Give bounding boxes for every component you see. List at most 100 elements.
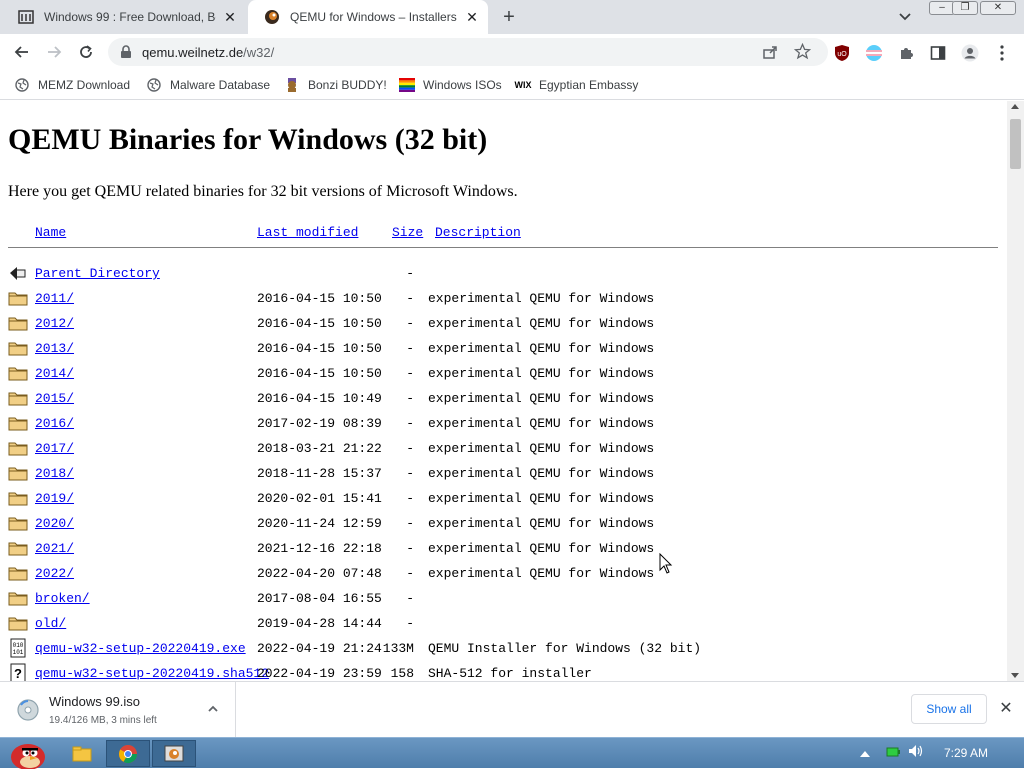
entry-name-link[interactable]: 2016/ — [35, 416, 74, 431]
download-shelf: Windows 99.iso 19.4/126 MB, 3 mins left … — [0, 681, 1024, 738]
entry-name-link[interactable]: qemu-w32-setup-20220419.exe — [35, 641, 246, 656]
table-row: 2021/2021-12-16 22:18 - experimental QEMU … — [8, 536, 998, 561]
table-row: 2019/2020-02-01 15:41 - experimental QEMU … — [8, 486, 998, 511]
chevron-up-icon[interactable] — [206, 702, 220, 716]
pride-extension-icon[interactable] — [865, 44, 883, 62]
tab-qemu[interactable]: QEMU for Windows – Installers (3 ✕ — [248, 0, 488, 34]
entry-size: 133M — [382, 641, 414, 656]
entry-last-modified: 2020-02-01 15:41 — [257, 491, 382, 506]
entry-name-link[interactable]: 2018/ — [35, 466, 74, 481]
entry-last-modified: 2016-04-15 10:50 — [257, 366, 382, 381]
bonzi-icon — [284, 77, 300, 93]
show-all-downloads-button[interactable]: Show all — [911, 694, 987, 724]
entry-name-link[interactable]: broken/ — [35, 591, 90, 606]
entry-name-link[interactable]: 2014/ — [35, 366, 74, 381]
taskbar-qemu-button[interactable] — [152, 740, 196, 767]
tray-show-hidden-icon[interactable] — [860, 745, 870, 763]
scroll-down-arrow-icon[interactable] — [1011, 673, 1019, 678]
parent-directory-row: Parent Directory - — [8, 261, 998, 286]
unknown-file-icon: ? — [8, 663, 28, 681]
entry-last-modified: 2021-12-16 22:18 — [257, 541, 382, 556]
taskbar: 7:29 AM — [0, 737, 1024, 769]
column-header-name[interactable]: Name — [35, 225, 66, 245]
window-close-button[interactable]: ✕ — [980, 1, 1016, 15]
extensions-puzzle-icon[interactable] — [897, 44, 915, 62]
close-download-shelf-icon[interactable]: ✕ — [998, 701, 1014, 717]
entry-name-link[interactable]: 2019/ — [35, 491, 74, 506]
profile-avatar-icon[interactable] — [961, 44, 979, 62]
side-panel-icon[interactable] — [929, 44, 947, 62]
bookmark-egyptian-embassy[interactable]: WIX Egyptian Embassy — [514, 76, 639, 94]
window-maximize-button[interactable]: ❐ — [952, 1, 978, 15]
entry-description: experimental QEMU for Windows — [428, 316, 655, 331]
entry-name-link[interactable]: qemu-w32-setup-20220419.sha512 — [35, 666, 269, 681]
wix-icon: WIX — [514, 80, 532, 90]
start-button[interactable] — [2, 740, 52, 769]
entry-last-modified: 2022-04-19 21:24 — [257, 641, 382, 656]
lock-icon[interactable] — [120, 45, 132, 64]
volume-icon[interactable] — [908, 744, 924, 763]
table-row: 2016/2017-02-19 08:39 - experimental QEMU … — [8, 411, 998, 436]
bookmark-malware-database[interactable]: Malware Database — [146, 76, 270, 94]
tab-close-icon[interactable]: ✕ — [464, 9, 480, 25]
share-icon[interactable] — [762, 44, 778, 65]
address-bar[interactable]: qemu.weilnetz.de/w32/ — [108, 38, 828, 66]
back-button[interactable] — [10, 40, 34, 64]
column-header-description[interactable]: Description — [435, 225, 521, 245]
table-row: 2022/2022-04-20 07:48 - experimental QEMU … — [8, 561, 998, 586]
entry-name-link[interactable]: 2012/ — [35, 316, 74, 331]
table-row: 2013/2016-04-15 10:50 - experimental QEMU … — [8, 336, 998, 361]
folder-icon — [8, 563, 28, 583]
entry-name-link[interactable]: 2011/ — [35, 291, 74, 306]
table-row: 010 101 qemu-w32-setup-20220419.exe 2022-04… — [8, 636, 998, 661]
bookmark-star-icon[interactable] — [793, 42, 812, 65]
scroll-thumb[interactable] — [1010, 119, 1021, 169]
url-text[interactable]: qemu.weilnetz.de/w32/ — [142, 45, 274, 60]
entry-last-modified: 2018-11-28 15:37 — [257, 466, 382, 481]
table-row: broken/2017-08-04 16:55 - — [8, 586, 998, 611]
entry-size: - — [406, 491, 414, 506]
tab-search-chevron-icon[interactable] — [896, 9, 914, 25]
entry-size: - — [406, 566, 414, 581]
entry-name-link[interactable]: 2020/ — [35, 516, 74, 531]
taskbar-chrome-button[interactable] — [106, 740, 150, 767]
mouse-cursor-icon — [659, 553, 673, 574]
entry-description: experimental QEMU for Windows — [428, 466, 655, 481]
tab-close-icon[interactable]: ✕ — [222, 9, 238, 25]
column-header-size[interactable]: Size — [392, 225, 423, 245]
taskbar-explorer-button[interactable] — [60, 740, 104, 767]
table-row: 2018/2018-11-28 15:37 - experimental QEMU … — [8, 461, 998, 486]
new-tab-button[interactable]: + — [498, 7, 520, 29]
bookmark-windows-isos[interactable]: Windows ISOs — [399, 76, 502, 94]
entry-name-link[interactable]: 2022/ — [35, 566, 74, 581]
entry-name-link[interactable]: 2021/ — [35, 541, 74, 556]
system-tray — [860, 738, 924, 769]
download-item[interactable]: Windows 99.iso 19.4/126 MB, 3 mins left — [0, 682, 236, 738]
entry-name-link[interactable]: Parent Directory — [35, 266, 160, 281]
ublock-origin-icon[interactable]: uO — [833, 44, 851, 62]
taskbar-clock[interactable]: 7:29 AM — [944, 746, 988, 760]
entry-name-link[interactable]: 2013/ — [35, 341, 74, 356]
entry-description: experimental QEMU for Windows — [428, 416, 655, 431]
qemu-window-icon — [164, 745, 184, 761]
tab-strip: Windows 99 : Free Download, Bo ✕ QEMU fo… — [0, 0, 1024, 34]
table-row: ? qemu-w32-setup-20220419.sha512 2022-04-1… — [8, 661, 998, 681]
battery-icon[interactable] — [886, 745, 900, 763]
menu-kebab-icon[interactable] — [993, 44, 1011, 62]
column-header-last-modified[interactable]: Last modified — [257, 225, 358, 245]
page-scrollbar[interactable] — [1007, 101, 1024, 681]
entry-name-link[interactable]: 2015/ — [35, 391, 74, 406]
tab-windows99[interactable]: Windows 99 : Free Download, Bo ✕ — [2, 0, 246, 34]
bookmark-bonzi-buddy[interactable]: Bonzi BUDDY! — [284, 76, 387, 94]
bookmark-memz-download[interactable]: MEMZ Download — [14, 76, 130, 94]
folder-icon — [8, 388, 28, 408]
back-arrow-icon — [14, 46, 28, 58]
entry-name-link[interactable]: old/ — [35, 616, 66, 631]
scroll-up-arrow-icon[interactable] — [1011, 104, 1019, 109]
bookmark-label: Egyptian Embassy — [539, 78, 639, 92]
forward-button[interactable] — [42, 40, 66, 64]
page-viewport: QEMU Binaries for Windows (32 bit) Here … — [0, 101, 1007, 681]
entry-size: - — [406, 441, 414, 456]
reload-button[interactable] — [74, 40, 98, 64]
entry-name-link[interactable]: 2017/ — [35, 441, 74, 456]
